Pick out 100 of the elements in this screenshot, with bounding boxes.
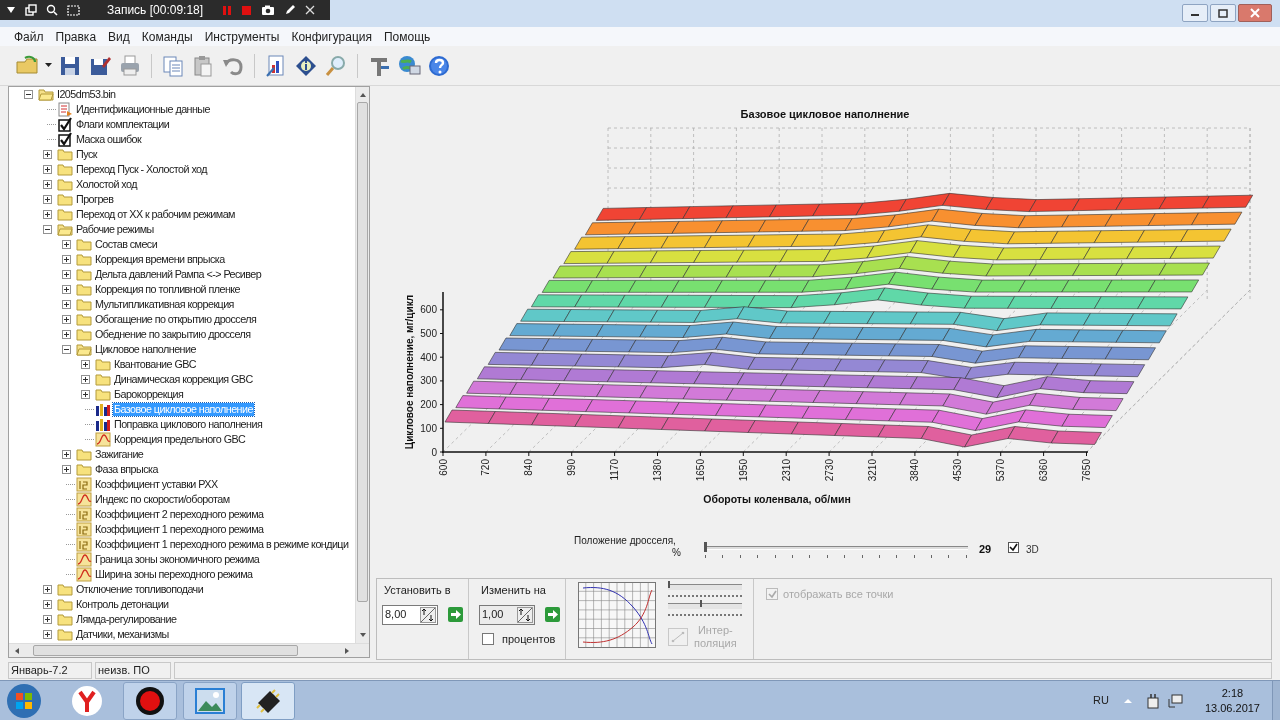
close-button[interactable] bbox=[1238, 4, 1272, 22]
expand-button[interactable] bbox=[62, 240, 71, 249]
tree-item[interactable]: Пуск bbox=[75, 148, 98, 161]
tree-item[interactable]: Фаза впрыска bbox=[94, 463, 159, 476]
tree-item[interactable]: Цикловое наполнение bbox=[94, 343, 197, 356]
tree-item[interactable]: Флаги комплектации bbox=[75, 118, 171, 131]
tree-item[interactable]: Отключение топливоподачи bbox=[75, 583, 205, 596]
clock-date[interactable]: 13.06.2017 bbox=[1204, 700, 1260, 716]
expand-button[interactable] bbox=[62, 315, 71, 324]
spin-arrows-icon[interactable] bbox=[517, 606, 533, 623]
apply-arrow-icon[interactable] bbox=[448, 607, 463, 622]
slider-thumb[interactable] bbox=[704, 542, 707, 552]
collapse-button[interactable] bbox=[43, 225, 52, 234]
pause-icon[interactable] bbox=[222, 4, 233, 16]
menu-item[interactable]: Правка bbox=[49, 27, 103, 46]
tree-item[interactable]: Зажигание bbox=[94, 448, 145, 461]
tree-item[interactable]: Состав смеси bbox=[94, 238, 159, 251]
tree-item[interactable]: Коэффициент 1 переходного режима в режиме кондици bbox=[94, 538, 350, 551]
number-input-field[interactable]: 8,00 bbox=[382, 604, 438, 625]
network-icon[interactable] bbox=[1166, 692, 1183, 709]
scrollbar-thumb[interactable] bbox=[33, 645, 298, 656]
expand-button[interactable] bbox=[43, 210, 52, 219]
network-globe-icon[interactable] bbox=[397, 53, 421, 78]
taskbar-button[interactable] bbox=[241, 681, 295, 720]
tree-item[interactable]: Коэффициент 1 переходного режима bbox=[94, 523, 265, 536]
menu-item[interactable]: Файл bbox=[8, 27, 50, 46]
checkbox[interactable] bbox=[1008, 542, 1019, 553]
tree-item[interactable]: Дельта давлений Рампа <-> Ресивер bbox=[94, 268, 263, 281]
tree-item[interactable]: Мультипликативная коррекция bbox=[94, 298, 235, 311]
tree-item[interactable]: Граница зоны экономичного режима bbox=[94, 553, 261, 566]
tree-item[interactable]: Обеднение по закрытию дросселя bbox=[94, 328, 252, 341]
tree-item[interactable]: Поправка циклового наполнения bbox=[113, 418, 264, 431]
tree-item[interactable]: Лямда-регулирование bbox=[75, 613, 178, 626]
menu-item[interactable]: Вид bbox=[102, 27, 136, 46]
spin-arrows-icon[interactable] bbox=[420, 606, 436, 623]
tree-item[interactable]: Контроль детонации bbox=[75, 598, 170, 611]
pencil-icon[interactable] bbox=[284, 4, 297, 16]
expand-button[interactable] bbox=[43, 630, 52, 639]
tree-item[interactable]: Квантование GBC bbox=[113, 358, 198, 371]
screen-region-icon[interactable] bbox=[67, 4, 80, 16]
tree-item[interactable]: I205dm53.bin bbox=[56, 88, 117, 101]
expand-button[interactable] bbox=[62, 465, 71, 474]
expand-button[interactable] bbox=[43, 585, 52, 594]
expand-button[interactable] bbox=[62, 330, 71, 339]
paste-icon[interactable] bbox=[191, 53, 215, 78]
dropdown-arrow-icon[interactable] bbox=[6, 6, 16, 14]
expand-button[interactable] bbox=[62, 270, 71, 279]
tree-item[interactable]: Индекс по скорости/оборотам bbox=[94, 493, 231, 506]
apply-arrow-icon[interactable] bbox=[545, 607, 560, 622]
menu-item[interactable]: Инструменты bbox=[198, 27, 286, 46]
expand-button[interactable] bbox=[43, 615, 52, 624]
expand-button[interactable] bbox=[62, 285, 71, 294]
dropdown-arrow-icon[interactable] bbox=[45, 63, 52, 68]
tree-item[interactable]: Маска ошибок bbox=[75, 133, 143, 146]
expand-button[interactable] bbox=[62, 450, 71, 459]
expand-button[interactable] bbox=[81, 390, 90, 399]
stop-icon[interactable] bbox=[241, 4, 253, 16]
tree-item[interactable]: Коррекция по топливной пленке bbox=[94, 283, 241, 296]
power-plug-icon[interactable] bbox=[1144, 692, 1161, 709]
tree-item[interactable]: Коррекция времени впрыска bbox=[94, 253, 226, 266]
tree-item[interactable]: Барокоррекция bbox=[113, 388, 185, 401]
number-input-field[interactable]: 1,00 bbox=[479, 604, 535, 625]
scrollbar-thumb[interactable] bbox=[357, 102, 368, 602]
search-icon[interactable] bbox=[46, 4, 58, 16]
clock-time[interactable]: 2:18 bbox=[1221, 685, 1244, 701]
maximize-button[interactable] bbox=[1210, 4, 1236, 22]
menu-item[interactable]: Конфигурация bbox=[285, 27, 378, 46]
expand-button[interactable] bbox=[62, 300, 71, 309]
printer-icon[interactable] bbox=[118, 53, 142, 78]
tree-item[interactable]: Идентификационные данные bbox=[75, 103, 211, 116]
tree-item[interactable]: Коэффициент уставки РХХ bbox=[94, 478, 219, 491]
minimize-button[interactable] bbox=[1182, 4, 1208, 22]
tree-item[interactable]: Холостой ход bbox=[75, 178, 138, 191]
windows-icon[interactable] bbox=[25, 4, 37, 16]
expand-button[interactable] bbox=[81, 360, 90, 369]
menu-item[interactable]: Помощь bbox=[378, 27, 437, 46]
tree-item[interactable]: Переход от ХХ к рабочим режимам bbox=[75, 208, 236, 221]
camera-icon[interactable] bbox=[261, 4, 276, 16]
tree-item[interactable]: Обогащение по открытию дросселя bbox=[94, 313, 258, 326]
help-icon[interactable] bbox=[427, 53, 451, 78]
tree-item[interactable]: Коррекция предельного GBC bbox=[113, 433, 247, 446]
slider-thumb[interactable] bbox=[700, 600, 703, 607]
expand-button[interactable] bbox=[43, 600, 52, 609]
expand-button[interactable] bbox=[43, 150, 52, 159]
tree-item[interactable]: Динамическая коррекция GBC bbox=[113, 373, 254, 386]
expand-button[interactable] bbox=[43, 195, 52, 204]
tree-item[interactable]: Рабочие режимы bbox=[75, 223, 155, 236]
checkbox[interactable] bbox=[482, 632, 494, 645]
tree-item[interactable]: Датчики, механизмы bbox=[75, 628, 170, 641]
expand-button[interactable] bbox=[81, 375, 90, 384]
menu-item[interactable]: Команды bbox=[135, 27, 199, 46]
close-icon[interactable] bbox=[305, 5, 316, 15]
taskbar-button[interactable] bbox=[123, 681, 177, 720]
tree-item[interactable]: Прогрев bbox=[75, 193, 115, 206]
collapse-button[interactable] bbox=[24, 90, 33, 99]
tree-item[interactable]: Ширина зоны переходного режима bbox=[94, 568, 254, 581]
expand-button[interactable] bbox=[62, 255, 71, 264]
tree-item[interactable]: Коэффициент 2 переходного режима bbox=[94, 508, 265, 521]
tree-item[interactable]: Переход Пуск - Холостой ход bbox=[75, 163, 209, 176]
info-icon[interactable] bbox=[294, 53, 318, 78]
